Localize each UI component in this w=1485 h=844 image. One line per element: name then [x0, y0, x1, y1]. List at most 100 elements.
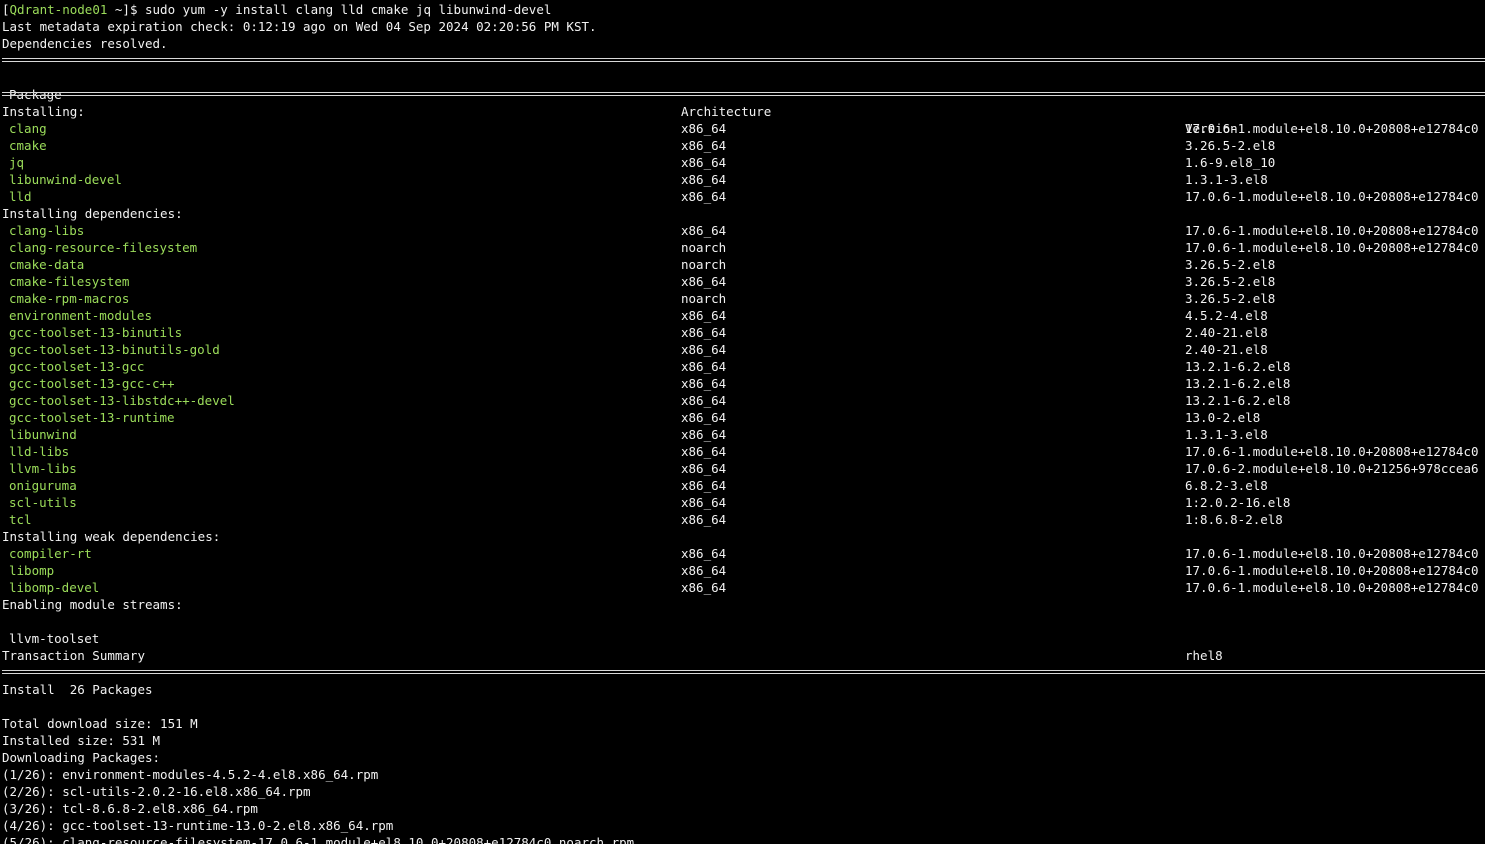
package-version: 1.6-9.el8_10: [1185, 155, 1276, 170]
dependencies-resolved-line: Dependencies resolved.: [2, 36, 168, 51]
total-download-size: Total download size: 151 M: [2, 716, 198, 731]
download-progress-line: (3/26): tcl-8.6.8-2.el8.x86_64.rpm: [2, 801, 258, 816]
package-row: gcc-toolset-13-binutils x86_64 2.40-21.el8: [2, 324, 1485, 341]
download-progress-line: (5/26): clang-resource-filesystem-17.0.6…: [2, 835, 635, 844]
package-architecture: x86_64: [681, 376, 727, 391]
package-name: gcc-toolset-13-gcc: [9, 359, 145, 374]
package-name: environment-modules: [9, 308, 152, 323]
module-streams-title: Enabling module streams:: [2, 597, 183, 612]
package-version: 17.0.6-2.module+el8.10.0+21256+978ccea6: [1185, 461, 1479, 476]
package-row: gcc-toolset-13-binutils-gold x86_64 2.40-2…: [2, 341, 1485, 358]
package-row: clang-libs x86_64 17.0.6-1.module+el8.10.0…: [2, 222, 1485, 239]
prompt-open-bracket: [: [2, 2, 10, 17]
package-architecture: x86_64: [681, 308, 727, 323]
package-name: lld: [9, 189, 32, 204]
summary-separator: [2, 664, 1485, 681]
package-version: 3.26.5-2.el8: [1185, 291, 1276, 306]
header-top-separator: [2, 52, 1485, 69]
package-row: llvm-libs x86_64 17.0.6-2.module+el8.10.0+…: [2, 460, 1485, 477]
package-name: libomp: [9, 563, 55, 578]
package-version: 13.2.1-6.2.el8: [1185, 393, 1291, 408]
package-architecture: x86_64: [681, 495, 727, 510]
package-row: gcc-toolset-13-runtime x86_64 13.0-2.el8: [2, 409, 1485, 426]
package-version: 1:2.0.2-16.el8: [1185, 495, 1291, 510]
package-architecture: x86_64: [681, 580, 727, 595]
download-progress-line: (1/26): environment-modules-4.5.2-4.el8.…: [2, 767, 379, 782]
package-row: cmake-filesystem x86_64 3.26.5-2.el8: [2, 273, 1485, 290]
package-architecture: x86_64: [681, 155, 727, 170]
package-architecture: noarch: [681, 257, 727, 272]
package-architecture: noarch: [681, 240, 727, 255]
metadata-line: Last metadata expiration check: 0:12:19 …: [2, 19, 597, 34]
package-version: 2.40-21.el8: [1185, 325, 1268, 340]
package-row: cmake-rpm-macros noarch 3.26.5-2.el8: [2, 290, 1485, 307]
package-row: compiler-rt x86_64 17.0.6-1.module+el8.10.…: [2, 545, 1485, 562]
package-name: libomp-devel: [9, 580, 100, 595]
package-architecture: x86_64: [681, 274, 727, 289]
section-title: Installing dependencies:: [2, 206, 183, 221]
package-name: gcc-toolset-13-binutils: [9, 325, 183, 340]
package-architecture: x86_64: [681, 444, 727, 459]
prompt-hostname: Qdrant-node01: [9, 2, 108, 17]
download-progress-line: (4/26): gcc-toolset-13-runtime-13.0-2.el…: [2, 818, 394, 833]
package-architecture: noarch: [681, 291, 727, 306]
package-name: cmake-rpm-macros: [9, 291, 130, 306]
package-name: libunwind-devel: [9, 172, 122, 187]
package-row: tcl x86_64 1:8.6.8-2.el8: [2, 511, 1485, 528]
package-name: lld-libs: [9, 444, 70, 459]
package-version: 17.0.6-1.module+el8.10.0+20808+e12784c0: [1185, 240, 1479, 255]
package-row: lld x86_64 17.0.6-1.module+el8.10.0+20808+…: [2, 188, 1485, 205]
package-row: environment-modules x86_64 4.5.2-4.el8: [2, 307, 1485, 324]
package-version: 3.26.5-2.el8: [1185, 257, 1276, 272]
package-architecture: x86_64: [681, 410, 727, 425]
package-architecture: x86_64: [681, 546, 727, 561]
package-sections: Installing: clang x86_64 17.0.6-1.module+el…: [2, 103, 1485, 596]
package-row: gcc-toolset-13-gcc x86_64 13.2.1-6.2.el8: [2, 358, 1485, 375]
section-title: Installing:: [2, 104, 85, 119]
package-architecture: x86_64: [681, 512, 727, 527]
package-architecture: x86_64: [681, 138, 727, 153]
package-architecture: x86_64: [681, 478, 727, 493]
package-row: scl-utils x86_64 1:2.0.2-16.el8: [2, 494, 1485, 511]
package-version: 3.26.5-2.el8: [1185, 138, 1276, 153]
install-count-line: Install 26 Packages: [2, 682, 153, 697]
module-stream-row: llvm-toolset rhel8: [2, 613, 1485, 663]
package-row: clang-resource-filesystem noarch 17.0.6-1.…: [2, 239, 1485, 256]
package-version: 17.0.6-1.module+el8.10.0+20808+e12784c0: [1185, 223, 1479, 238]
package-row: gcc-toolset-13-gcc-c++ x86_64 13.2.1-6.2.e…: [2, 375, 1485, 392]
package-version: 1.3.1-3.el8: [1185, 427, 1268, 442]
package-row: libomp x86_64 17.0.6-1.module+el8.10.0+208…: [2, 562, 1485, 579]
transaction-summary-title: Transaction Summary: [2, 648, 145, 663]
package-version: 17.0.6-1.module+el8.10.0+20808+e12784c0: [1185, 546, 1479, 561]
package-name: scl-utils: [9, 495, 77, 510]
table-header: Package Architecture Version: [2, 69, 1485, 136]
package-row: oniguruma x86_64 6.8.2-3.el8: [2, 477, 1485, 494]
package-name: tcl: [9, 512, 32, 527]
package-row: cmake-data noarch 3.26.5-2.el8: [2, 256, 1485, 273]
package-version: 1:8.6.8-2.el8: [1185, 512, 1283, 527]
package-row: jq x86_64 1.6-9.el8_10: [2, 154, 1485, 171]
package-architecture: x86_64: [681, 342, 727, 357]
package-name: llvm-libs: [9, 461, 77, 476]
package-architecture: x86_64: [681, 189, 727, 204]
package-version: 4.5.2-4.el8: [1185, 308, 1268, 323]
package-row: cmake x86_64 3.26.5-2.el8: [2, 137, 1485, 154]
package-row: libunwind-devel x86_64 1.3.1-3.el8: [2, 171, 1485, 188]
package-name: clang-resource-filesystem: [9, 240, 198, 255]
package-architecture: x86_64: [681, 427, 727, 442]
package-name: gcc-toolset-13-gcc-c++: [9, 376, 175, 391]
package-version: 13.2.1-6.2.el8: [1185, 359, 1291, 374]
package-architecture: x86_64: [681, 172, 727, 187]
package-version: 13.2.1-6.2.el8: [1185, 376, 1291, 391]
package-name: cmake-filesystem: [9, 274, 130, 289]
package-name: compiler-rt: [9, 546, 92, 561]
package-version: 17.0.6-1.module+el8.10.0+20808+e12784c0: [1185, 121, 1479, 136]
package-architecture: x86_64: [681, 563, 727, 578]
package-version: 6.8.2-3.el8: [1185, 478, 1268, 493]
terminal-window[interactable]: [Qdrant-node01 ~]$ sudo yum -y install c…: [0, 0, 1485, 844]
package-row: gcc-toolset-13-libstdc++-devel x86_64 13.2…: [2, 392, 1485, 409]
package-name: jq: [9, 155, 25, 170]
section-title: Installing weak dependencies:: [2, 529, 221, 544]
prompt-line: [Qdrant-node01 ~]$ sudo yum -y install c…: [2, 1, 1485, 18]
